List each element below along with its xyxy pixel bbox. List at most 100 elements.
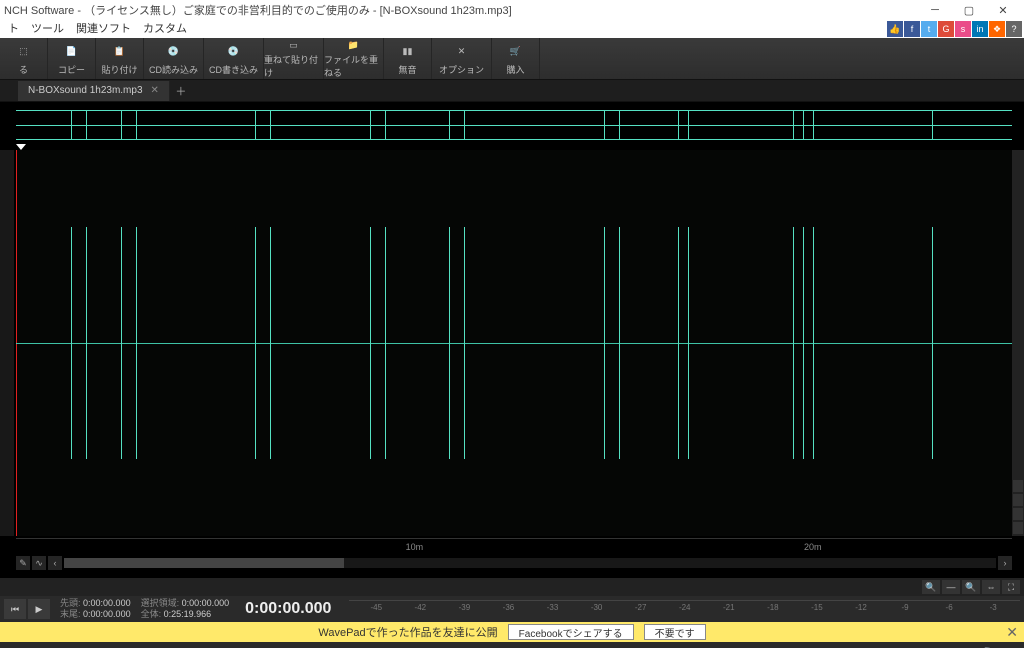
rss-icon[interactable]: ❖ xyxy=(989,21,1005,37)
wave-tool-icon[interactable]: ∿ xyxy=(32,556,46,570)
db-tick: -30 xyxy=(591,603,603,612)
twitter-icon[interactable]: t xyxy=(921,21,937,37)
toolbar-icon: 🛒 xyxy=(506,42,526,62)
zoom-fit-icon[interactable]: ⇔ xyxy=(982,580,1000,594)
menu-item[interactable]: ツール xyxy=(25,20,70,38)
db-ruler: -45-42-39-36-33-30-27-24-21-18-15-12-9-6… xyxy=(349,600,1020,618)
scroll-left-icon[interactable]: ‹ xyxy=(48,556,62,570)
time-tick: 20m xyxy=(804,542,822,552)
close-tab-icon[interactable]: ✕ xyxy=(151,85,159,96)
wave-spike xyxy=(688,227,689,459)
wave-spike xyxy=(803,227,804,459)
close-notice-icon[interactable]: ✕ xyxy=(1006,624,1018,641)
toolbar-button[interactable]: ▮▮無音 xyxy=(384,38,432,79)
toolbar-button[interactable]: 📁ファイルを重ねる xyxy=(324,38,384,79)
wave-spike xyxy=(385,227,386,459)
db-tick: -33 xyxy=(547,603,559,612)
toolbar-icon: 💿 xyxy=(164,42,184,62)
toolbar-label: ファイルを重ねる xyxy=(324,53,383,79)
zoom-in-icon[interactable]: 🔍 xyxy=(962,580,980,594)
toolbar-button[interactable]: 📋貼り付け xyxy=(96,38,144,79)
toolbar-button[interactable]: 🛒購入 xyxy=(492,38,540,79)
window-title: NCH Software - （ライセンス無し）ご家庭での非営利目的でのご使用の… xyxy=(4,2,918,18)
toolbar-label: コピー xyxy=(58,63,85,76)
waveform-canvas[interactable] xyxy=(16,150,1012,536)
dismiss-button[interactable]: 不要です xyxy=(644,624,706,640)
zoom-reset-icon[interactable]: ⛶ xyxy=(1002,580,1020,594)
db-tick: -12 xyxy=(855,603,867,612)
toolbar-label: 重ねて貼り付け xyxy=(264,53,323,79)
scroll-right-icon[interactable]: › xyxy=(998,556,1012,570)
head-tail: 先頭: 0:00:00.000 末尾: 0:00:00.000 xyxy=(60,598,131,620)
wave-spike xyxy=(121,227,122,459)
wave-spike xyxy=(136,227,137,459)
toolbar-button[interactable]: ⬚る xyxy=(0,38,48,79)
toolbar-button[interactable]: ▭重ねて貼り付け xyxy=(264,38,324,79)
side-tool[interactable] xyxy=(1013,522,1023,534)
wave-spike xyxy=(464,227,465,459)
toolbar-label: 貼り付け xyxy=(101,63,137,76)
zero-line xyxy=(16,343,1012,344)
toolbar-button[interactable]: 💿CD書き込み xyxy=(204,38,264,79)
google-icon[interactable]: G xyxy=(938,21,954,37)
maximize-button[interactable]: ▢ xyxy=(952,0,986,20)
toolbar-icon: ⬚ xyxy=(14,42,34,62)
scroll-track[interactable] xyxy=(64,558,996,568)
side-tool[interactable] xyxy=(1013,508,1023,520)
minimize-button[interactable]: ─ xyxy=(918,0,952,20)
side-tool[interactable] xyxy=(1013,480,1023,492)
overview-waveform[interactable] xyxy=(16,110,1012,140)
toolbar-icon: ▭ xyxy=(284,38,304,52)
wave-spike xyxy=(932,227,933,459)
db-tick: -6 xyxy=(946,603,953,612)
help-icon[interactable]: ? xyxy=(1006,21,1022,37)
time-tick: 10m xyxy=(406,542,424,552)
play-button[interactable]: ▶ xyxy=(28,599,50,619)
toolbar-button[interactable]: 💿CD読み込み xyxy=(144,38,204,79)
db-tick: -3 xyxy=(990,603,997,612)
title-bar: NCH Software - （ライセンス無し）ご家庭での非営利目的でのご使用の… xyxy=(0,0,1024,20)
facebook-icon[interactable]: f xyxy=(904,21,920,37)
close-button[interactable]: ✕ xyxy=(986,0,1020,20)
wave-spike xyxy=(86,227,87,459)
zoom-slider[interactable]: — xyxy=(942,580,960,594)
wave-spike xyxy=(270,227,271,459)
toolbar-icon: 📄 xyxy=(62,42,82,62)
edit-tool-icon[interactable]: ✎ xyxy=(16,556,30,570)
new-tab-button[interactable]: ＋ xyxy=(170,83,192,99)
toolbar-icon: 📁 xyxy=(344,38,364,52)
db-tick: -42 xyxy=(415,603,427,612)
zoom-out-icon[interactable]: 🔍 xyxy=(922,580,940,594)
db-tick: -15 xyxy=(811,603,823,612)
wave-spike xyxy=(813,227,814,459)
wave-spike xyxy=(449,227,450,459)
toolbar: ⬚る📄コピー📋貼り付け💿CD読み込み💿CD書き込み▭重ねて貼り付け📁ファイルを重… xyxy=(0,38,1024,80)
notice-bar: WavePadで作った作品を友達に公開 Facebookでシェアする 不要です … xyxy=(0,622,1024,642)
facebook-share-button[interactable]: Facebookでシェアする xyxy=(508,624,634,640)
thumb-icon[interactable]: 👍 xyxy=(887,21,903,37)
menu-bar: ト ツール 関連ソフト カスタム 👍 f t G s in ❖ ? xyxy=(0,20,1024,38)
horizontal-scroll: ✎ ∿ ‹ › xyxy=(16,556,1012,570)
menu-item[interactable]: 関連ソフト xyxy=(70,20,137,38)
side-tool[interactable] xyxy=(1013,494,1023,506)
wave-spike xyxy=(370,227,371,459)
social-icons: 👍 f t G s in ❖ ? xyxy=(887,21,1022,37)
scroll-thumb[interactable] xyxy=(64,558,344,568)
toolbar-button[interactable]: ✕オプション xyxy=(432,38,492,79)
toolbar-icon: 📋 xyxy=(110,42,130,62)
share-icon[interactable]: s xyxy=(955,21,971,37)
left-gutter xyxy=(0,150,14,536)
wave-spike xyxy=(71,227,72,459)
wave-spike xyxy=(678,227,679,459)
workspace: 10m 20m ✎ ∿ ‹ › xyxy=(0,102,1024,578)
db-tick: -39 xyxy=(459,603,471,612)
status-bar: ● サンプルレート: 48000 ● モノラル 🔊 ▥ xyxy=(0,642,1024,648)
tab-file[interactable]: N-BOXsound 1h23m.mp3 ✕ xyxy=(18,81,170,101)
linkedin-icon[interactable]: in xyxy=(972,21,988,37)
toolbar-label: オプション xyxy=(439,63,484,76)
tab-label: N-BOXsound 1h23m.mp3 xyxy=(28,85,143,96)
menu-item[interactable]: ト xyxy=(2,20,25,38)
menu-item[interactable]: カスタム xyxy=(137,20,193,38)
toolbar-button[interactable]: 📄コピー xyxy=(48,38,96,79)
rewind-button[interactable]: ⏮ xyxy=(4,599,26,619)
